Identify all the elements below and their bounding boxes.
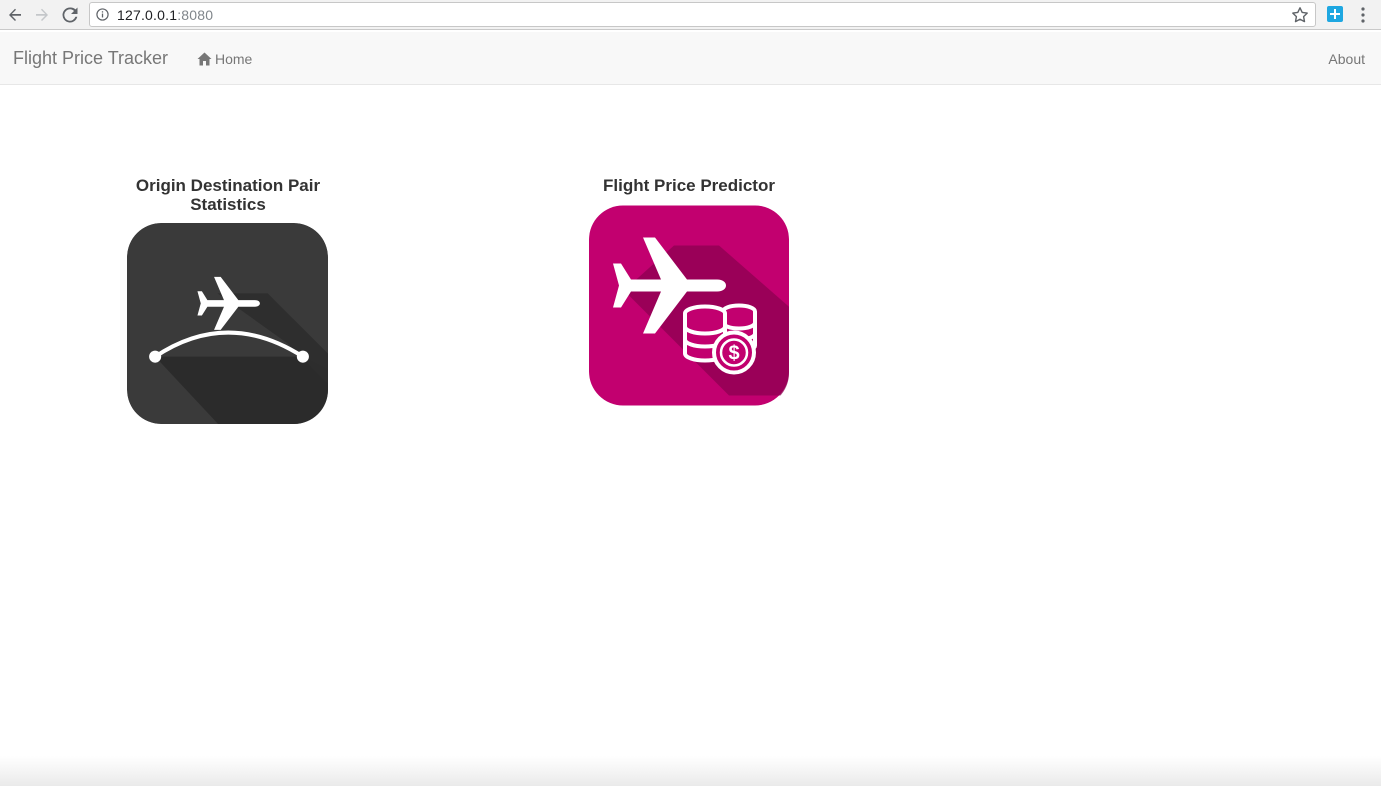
nav-home-label: Home (215, 51, 253, 67)
brand-link[interactable]: Flight Price Tracker (13, 48, 168, 69)
flight-route-icon[interactable] (127, 223, 328, 424)
tile-od-pair-statistics[interactable]: Origin Destination Pair Statistics (118, 176, 338, 424)
arrow-left-icon (9, 8, 21, 21)
tile-title: Flight Price Predictor (603, 176, 775, 195)
url-port: :8080 (177, 7, 214, 23)
address-bar[interactable]: 127.0.0.1:8080 (89, 2, 1316, 27)
info-icon (96, 8, 109, 21)
tile-flight-price-predictor[interactable]: Flight Price Predictor $ (579, 176, 799, 407)
extension-icon[interactable] (1327, 6, 1343, 22)
svg-text:$: $ (728, 343, 739, 365)
tile-title: Origin Destination Pair Statistics (135, 176, 321, 214)
bookmark-star-icon[interactable] (1291, 6, 1309, 24)
nav-about-link[interactable]: About (1328, 51, 1365, 67)
plus-icon (1330, 9, 1340, 19)
browser-toolbar: 127.0.0.1:8080 (0, 0, 1381, 30)
reload-icon (62, 7, 78, 23)
kebab-menu-icon[interactable] (1357, 6, 1369, 24)
arrow-right-icon (36, 8, 48, 21)
home-icon (197, 52, 212, 66)
nav-home-link[interactable]: Home (197, 50, 252, 68)
navbar: Flight Price Tracker Home About (0, 32, 1381, 85)
url-text: 127.0.0.1:8080 (117, 7, 213, 23)
back-button[interactable] (5, 4, 25, 26)
url-host: 127.0.0.1 (117, 7, 178, 23)
forward-button[interactable] (32, 4, 52, 26)
bottom-shadow (0, 756, 1381, 786)
flight-price-icon[interactable]: $ (589, 204, 789, 407)
reload-button[interactable] (60, 4, 80, 26)
